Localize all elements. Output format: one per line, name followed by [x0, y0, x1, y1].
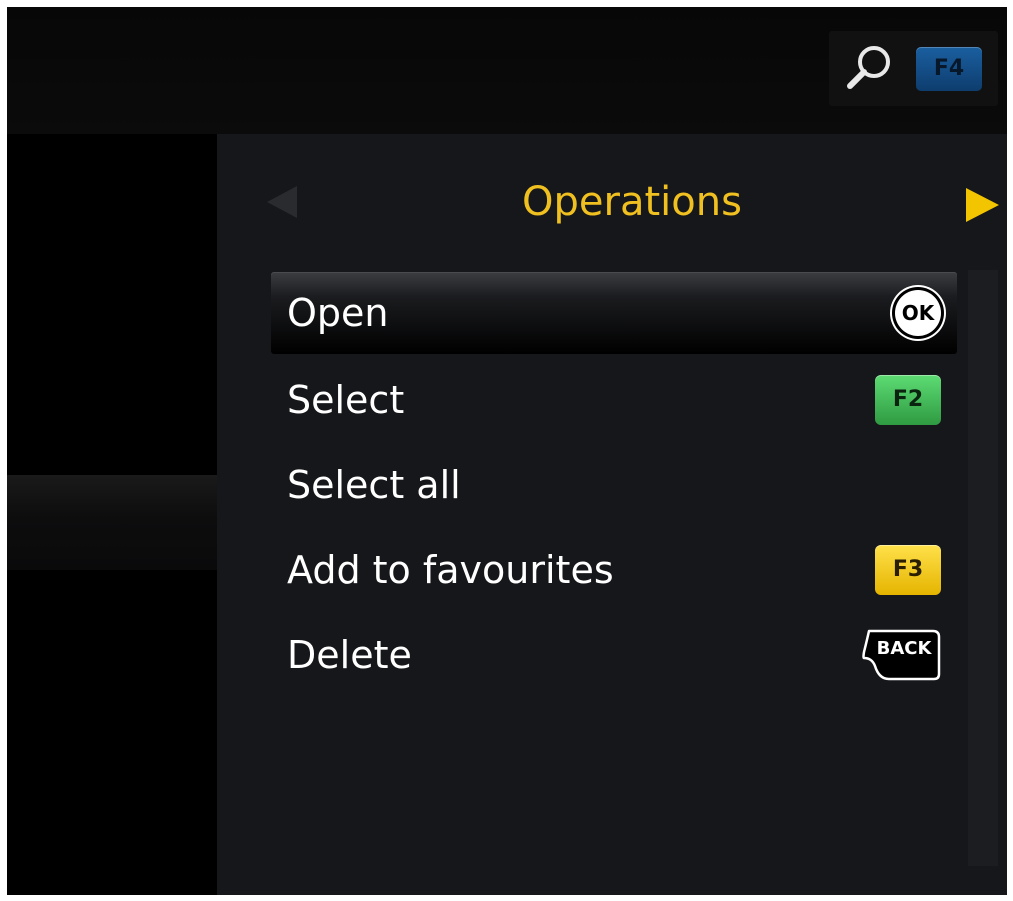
search-box[interactable]: F4	[829, 31, 998, 106]
triangle-right-icon[interactable]	[966, 188, 999, 222]
menu-item-label: Select all	[287, 462, 461, 507]
tv-screen: F4 Operations Open OK Select F2 Select a…	[7, 7, 1007, 895]
menu-item-delete[interactable]: Delete BACK	[271, 612, 957, 697]
menu-item-open[interactable]: Open OK	[271, 272, 957, 354]
menu-item-label: Open	[287, 291, 389, 335]
menu-item-label: Delete	[287, 632, 412, 677]
menu-item-add-to-favourites[interactable]: Add to favourites F3	[271, 527, 957, 612]
background-list-highlight	[7, 475, 217, 570]
magnifier-icon[interactable]	[843, 41, 895, 93]
operations-menu: Open OK Select F2 Select all Add to favo…	[271, 272, 957, 697]
f4-key-badge[interactable]: F4	[916, 47, 982, 91]
operations-panel: Operations Open OK Select F2 Select all …	[217, 134, 1007, 895]
f2-key-badge: F2	[875, 374, 941, 425]
menu-item-label: Select	[287, 377, 405, 422]
f3-key-badge: F3	[875, 544, 941, 595]
scrollbar[interactable]	[968, 270, 998, 866]
ok-key-badge: OK	[895, 290, 941, 336]
menu-item-label: Add to favourites	[287, 547, 614, 592]
menu-item-select-all[interactable]: Select all	[271, 442, 957, 527]
back-key-icon: BACK	[861, 628, 941, 682]
menu-item-select[interactable]: Select F2	[271, 357, 957, 442]
top-bar: F4	[7, 7, 1007, 134]
panel-title: Operations	[522, 179, 742, 225]
back-key-label: BACK	[876, 637, 932, 659]
